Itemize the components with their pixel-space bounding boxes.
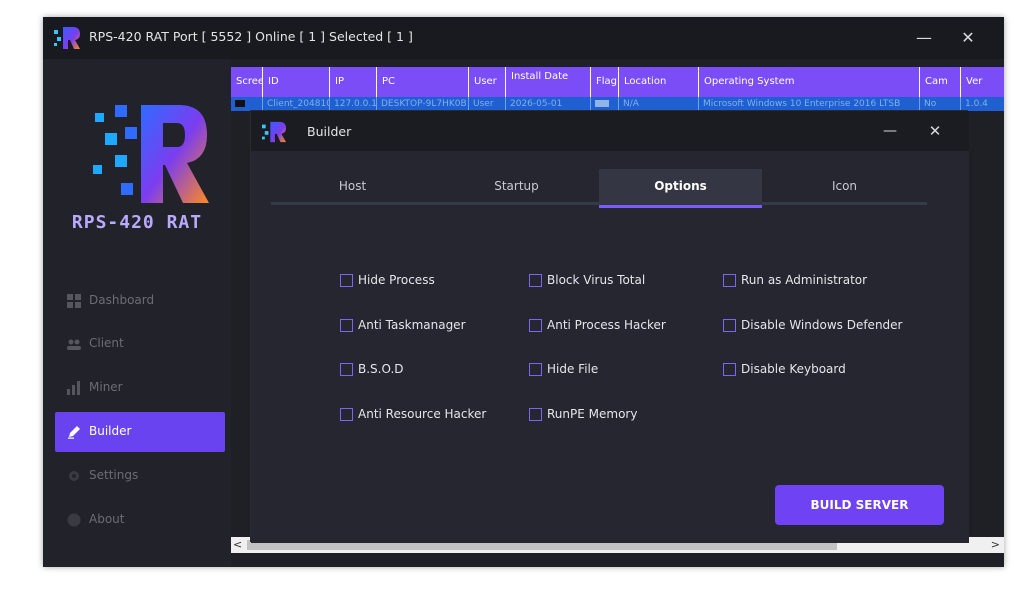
app-name: RPS-420 RAT	[71, 212, 203, 233]
column-header-id[interactable]: ID	[263, 67, 330, 97]
column-header-cam[interactable]: Cam	[920, 67, 961, 97]
table-cell: 127.0.0.1	[330, 97, 377, 111]
builder-title-bar[interactable]: Builder — ✕	[251, 111, 969, 151]
client-icon	[67, 339, 81, 350]
builder-close-button[interactable]: ✕	[923, 119, 947, 143]
checkbox[interactable]	[340, 274, 353, 287]
table-cell: User	[469, 97, 506, 111]
tab-startup[interactable]: Startup	[435, 169, 598, 205]
column-header-user[interactable]: User	[469, 67, 506, 97]
sidebar: RPS-420 RAT Dashboard Client Miner Build…	[43, 59, 231, 567]
checkbox[interactable]	[529, 319, 542, 332]
column-header-flag[interactable]: Flag	[591, 67, 619, 97]
option-label: B.S.O.D	[358, 362, 404, 376]
table-cell: Microsoft Windows 10 Enterprise 2016 LTS…	[699, 97, 920, 111]
sidebar-item-label: Builder	[89, 424, 132, 438]
option-label: Disable Windows Defender	[741, 318, 903, 332]
sidebar-item-label: Settings	[89, 468, 139, 482]
screen-thumbnail-icon	[235, 100, 245, 107]
table-cell: N/A	[619, 97, 699, 111]
option-label: Anti Process Hacker	[547, 318, 666, 332]
option-label: Disable Keyboard	[741, 362, 846, 376]
checkbox[interactable]	[340, 319, 353, 332]
option-label: RunPE Memory	[547, 407, 638, 421]
builder-dialog: Builder — ✕ Host Startup Options Icon Hi…	[250, 110, 969, 543]
scroll-right-icon[interactable]: >	[991, 537, 1000, 553]
option-label: Anti Taskmanager	[358, 318, 466, 332]
main-window: RPS-420 RAT Port [ 5552 ] Online [ 1 ] S…	[43, 17, 1004, 567]
sidebar-item-dashboard[interactable]: Dashboard	[55, 281, 225, 321]
window-title: RPS-420 RAT Port [ 5552 ] Online [ 1 ] S…	[89, 29, 413, 44]
option-label: Run as Administrator	[741, 273, 868, 287]
tab-host[interactable]: Host	[271, 169, 434, 205]
tab-icon[interactable]: Icon	[763, 169, 926, 205]
app-logo-icon	[54, 27, 80, 49]
title-bar[interactable]: RPS-420 RAT Port [ 5552 ] Online [ 1 ] S…	[43, 17, 1004, 59]
column-header-screen[interactable]: Screen	[231, 67, 263, 97]
checkbox[interactable]	[529, 408, 542, 421]
sidebar-item-miner[interactable]: Miner	[55, 368, 225, 408]
tab-options[interactable]: Options	[599, 169, 762, 208]
info-icon	[67, 513, 81, 527]
table-cell: DESKTOP-9L7HK0B	[377, 97, 469, 111]
builder-minimize-button[interactable]: —	[878, 119, 902, 143]
scroll-left-icon[interactable]: <	[233, 537, 242, 553]
checkbox[interactable]	[529, 274, 542, 287]
sidebar-item-label: Dashboard	[89, 293, 155, 307]
column-header-ip[interactable]: IP	[330, 67, 377, 97]
option-label: Hide File	[547, 362, 599, 376]
sidebar-item-label: About	[89, 512, 125, 526]
builder-content: Host Startup Options Icon Hide Process B…	[251, 151, 969, 543]
checkbox[interactable]	[340, 408, 353, 421]
column-header-ver[interactable]: Ver	[961, 67, 1004, 97]
option-label: Anti Resource Hacker	[358, 407, 487, 421]
table-row[interactable]: Client_204810 127.0.0.1 DESKTOP-9L7HK0B …	[231, 97, 1004, 111]
sidebar-item-settings[interactable]: Settings	[55, 456, 225, 496]
checkbox[interactable]	[529, 363, 542, 376]
sidebar-item-builder[interactable]: Builder	[55, 412, 225, 452]
table-cell: 2026-05-01	[506, 97, 591, 111]
table-cell: Client_204810	[263, 97, 330, 111]
column-header-install-date[interactable]: Install Date	[506, 67, 591, 97]
sidebar-item-label: Miner	[89, 380, 123, 394]
build-server-button[interactable]: BUILD SERVER	[775, 485, 944, 525]
checkbox[interactable]	[723, 274, 736, 287]
minimize-button[interactable]: —	[909, 25, 939, 51]
table-header: Screen ID IP PC User Install Date Flag L…	[231, 67, 1004, 97]
dashboard-icon	[67, 294, 81, 308]
miner-icon	[67, 381, 80, 395]
checkbox[interactable]	[723, 363, 736, 376]
option-label: Block Virus Total	[547, 273, 646, 287]
checkbox[interactable]	[723, 319, 736, 332]
close-button[interactable]: ✕	[953, 25, 983, 51]
checkbox[interactable]	[340, 363, 353, 376]
gear-icon	[69, 471, 79, 481]
flag-icon	[595, 100, 609, 107]
column-header-location[interactable]: Location	[619, 67, 699, 97]
builder-tabs: Host Startup Options Icon	[271, 169, 927, 208]
rps-logo-icon	[93, 105, 209, 203]
builder-logo-icon	[262, 121, 286, 143]
column-header-pc[interactable]: PC	[377, 67, 469, 97]
sidebar-item-about[interactable]: About	[55, 500, 225, 540]
screen-thumbnail-cell	[231, 97, 263, 111]
table-cell: 1.0.4	[965, 99, 988, 109]
option-label: Hide Process	[358, 273, 435, 287]
table-cell: No	[920, 97, 961, 111]
builder-title: Builder	[307, 124, 352, 139]
column-header-operating-system[interactable]: Operating System	[699, 67, 920, 97]
flag-cell	[591, 97, 619, 111]
sidebar-item-label: Client	[89, 336, 124, 350]
sidebar-item-client[interactable]: Client	[55, 324, 225, 364]
pen-icon	[68, 426, 80, 439]
